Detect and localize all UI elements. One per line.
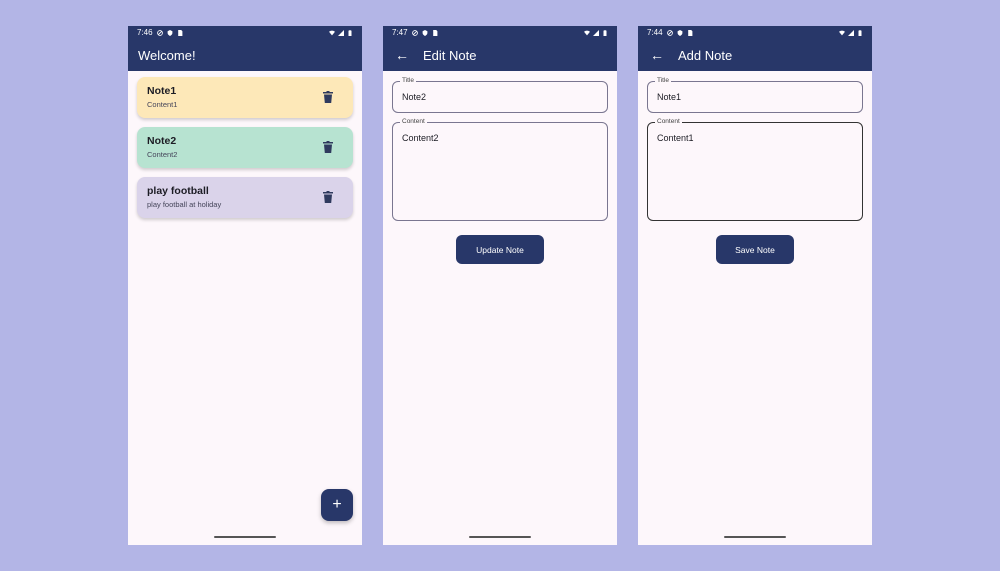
sim-icon	[177, 29, 182, 36]
signal-icon	[848, 29, 854, 36]
delete-icon[interactable]	[323, 141, 333, 153]
content-field[interactable]: Content Content2	[392, 118, 608, 221]
shield-icon	[677, 29, 682, 36]
app-bar: ← Edit Note	[383, 39, 617, 71]
phone-screen-edit-note: 7:47 ← Edit Note Title Note2 Content Con…	[383, 26, 617, 545]
title-field-value: Note2	[402, 92, 427, 102]
note-title: play football	[147, 185, 209, 197]
shield-icon	[422, 29, 427, 36]
delete-icon[interactable]	[323, 91, 333, 103]
title-field[interactable]: Title Note2	[392, 77, 608, 113]
wifi-icon	[839, 30, 845, 35]
content-field-label: Content	[655, 118, 682, 125]
page-title: Edit Note	[423, 47, 477, 63]
shield-icon	[167, 29, 172, 36]
dnd-icon	[411, 29, 418, 36]
sim-icon	[687, 29, 692, 36]
home-indicator[interactable]	[724, 536, 786, 538]
title-field-value: Note1	[657, 92, 682, 102]
wifi-icon	[329, 30, 335, 35]
title-field-label: Title	[400, 77, 417, 84]
status-bar: 7:44	[638, 26, 872, 39]
back-arrow-icon[interactable]: ←	[650, 48, 664, 62]
app-bar: ← Add Note	[638, 39, 872, 71]
note-content: play football at holiday	[147, 200, 222, 209]
status-bar: 7:46	[128, 26, 362, 39]
dnd-icon	[156, 29, 163, 36]
update-note-button[interactable]: Update Note	[456, 235, 544, 264]
note-card[interactable]: Note2 Content2	[137, 127, 353, 168]
status-time: 7:47	[392, 28, 408, 37]
note-card[interactable]: play football play football at holiday	[137, 177, 353, 218]
content-field[interactable]: Content Content1	[647, 118, 863, 221]
signal-icon	[593, 29, 599, 36]
sim-icon	[432, 29, 437, 36]
add-note-button[interactable]: +	[321, 489, 353, 521]
status-time: 7:44	[647, 28, 663, 37]
update-note-label: Update Note	[476, 244, 524, 255]
content-field-value: Content1	[657, 133, 694, 143]
note-content: Content2	[147, 150, 178, 159]
content-field-label: Content	[400, 118, 427, 125]
dnd-icon	[666, 29, 673, 36]
note-card[interactable]: Note1 Content1	[137, 77, 353, 118]
page-title: Welcome!	[138, 47, 196, 63]
note-title: Note2	[147, 135, 177, 147]
home-indicator[interactable]	[469, 536, 531, 538]
delete-icon[interactable]	[323, 191, 333, 203]
battery-icon	[603, 29, 607, 36]
home-indicator[interactable]	[214, 536, 276, 538]
content-field-value: Content2	[402, 133, 439, 143]
phone-screen-add-note: 7:44 ← Add Note Title Note1 Content Cont…	[638, 26, 872, 545]
battery-icon	[348, 29, 352, 36]
app-bar: Welcome!	[128, 39, 362, 71]
page-title: Add Note	[678, 47, 733, 63]
note-title: Note1	[147, 85, 177, 97]
save-note-button[interactable]: Save Note	[716, 235, 794, 264]
signal-icon	[338, 29, 344, 36]
title-field-label: Title	[655, 77, 672, 84]
title-field[interactable]: Title Note1	[647, 77, 863, 113]
back-arrow-icon[interactable]: ←	[395, 48, 409, 62]
phone-screen-notes-list: 7:46 Welcome! Note1 Content1 Note2 Conte…	[128, 26, 362, 545]
note-content: Content1	[147, 100, 178, 109]
battery-icon	[858, 29, 862, 36]
status-time: 7:46	[137, 28, 153, 37]
save-note-label: Save Note	[735, 244, 775, 255]
status-bar: 7:47	[383, 26, 617, 39]
wifi-icon	[584, 30, 590, 35]
plus-icon: +	[332, 496, 342, 513]
